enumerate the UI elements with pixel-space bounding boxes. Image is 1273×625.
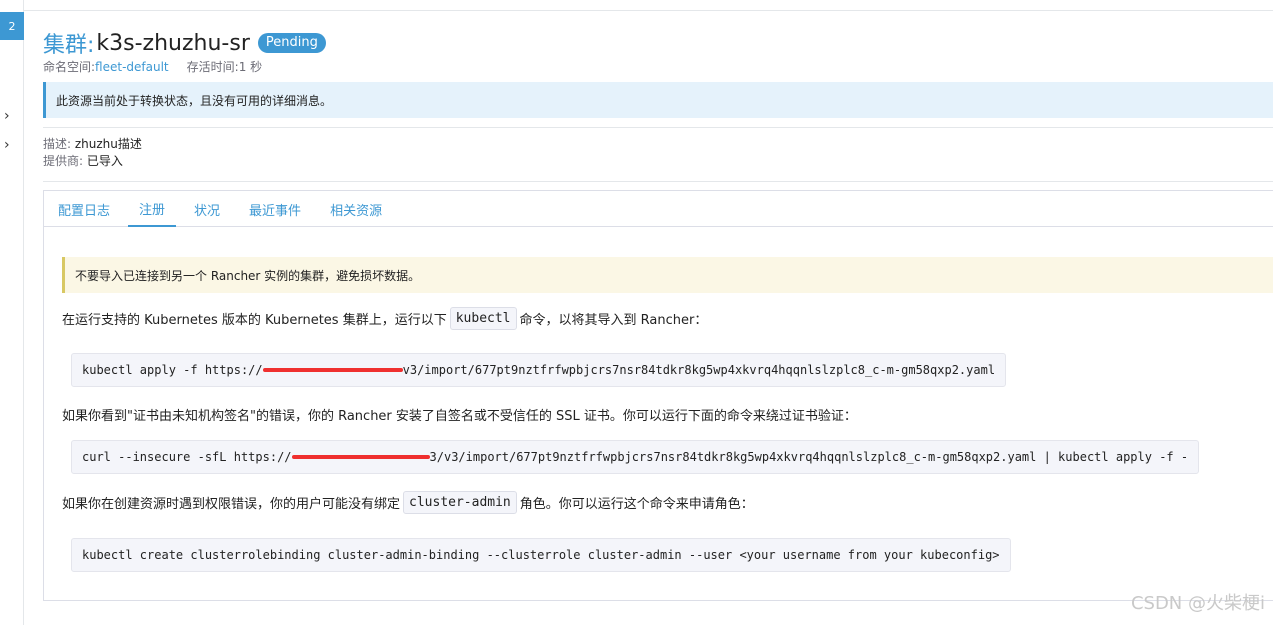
instruction-text: 角色。你可以运行这个命令来申请角色： (519, 497, 754, 512)
age-label: 存活时间: (186, 59, 239, 74)
warning-banner: 不要导入已连接到另一个 Rancher 实例的集群，避免损坏数据。 (62, 257, 1273, 293)
chevron-right-icon[interactable]: › (4, 138, 16, 152)
meta-row: 命名空间:fleet-default 存活时间:1 秒 (43, 58, 326, 74)
import-instruction: 在运行支持的 Kubernetes 版本的 Kubernetes 集群上，运行以… (62, 307, 707, 330)
tab-registration[interactable]: 注册 (128, 191, 177, 227)
page-header: 集群: k3s-zhuzhu-sr Pending 命名空间:fleet-def… (43, 28, 326, 74)
title-row: 集群: k3s-zhuzhu-sr Pending (43, 28, 326, 58)
description-row: 描述: zhuzhu描述 (43, 136, 142, 153)
command-text: 3/v3/import/677pt9nztfrfwpbjcrs7nsr84tdk… (429, 450, 1189, 464)
divider (43, 127, 1273, 128)
description-label: 描述: (43, 137, 72, 151)
clusterrolebinding-command[interactable]: kubectl create clusterrolebinding cluste… (71, 538, 1011, 572)
provider-label: 提供商: (43, 154, 84, 168)
import-command[interactable]: kubectl apply -f https:// v3/import/677pt… (71, 353, 1007, 387)
tabs-panel: 配置日志 注册 状况 最近事件 相关资源 不要导入已连接到另一个 Rancher… (43, 190, 1273, 601)
inline-code-cluster-admin: cluster-admin (403, 491, 517, 514)
chevron-right-icon[interactable]: › (4, 109, 16, 123)
divider (43, 181, 1273, 182)
insecure-import-command[interactable]: curl --insecure -sfL https:// 3/v3/import… (71, 440, 1200, 474)
watermark: CSDN @火柴梗i (1130, 593, 1265, 614)
tab-conditions[interactable]: 状况 (183, 191, 231, 227)
title-prefix-link[interactable]: 集群: (43, 27, 94, 59)
tab-related-resources[interactable]: 相关资源 (319, 191, 393, 227)
tab-bar: 配置日志 注册 状况 最近事件 相关资源 (44, 191, 1273, 227)
left-gutter: 2 › › (0, 0, 24, 625)
instruction-text: 在运行支持的 Kubernetes 版本的 Kubernetes 集群上，运行以… (62, 313, 447, 328)
inline-code-kubectl: kubectl (449, 307, 517, 330)
redaction-mark (291, 455, 430, 459)
namespace-meta: 命名空间:fleet-default (43, 58, 169, 75)
divider (24, 10, 1273, 11)
provider-row: 提供商: 已导入 (43, 153, 142, 170)
status-badge: Pending (257, 33, 326, 53)
permission-instruction: 如果你在创建资源时遇到权限错误，你的用户可能没有绑定 cluster-admin… (62, 491, 754, 514)
instruction-text: 命令，以将其导入到 Rancher： (519, 313, 708, 328)
age-value: 1 秒 (238, 59, 263, 74)
age-meta: 存活时间:1 秒 (187, 58, 263, 75)
insecure-instruction: 如果你看到"证书由未知机构签名"的错误，你的 Rancher 安装了自签名或不受… (62, 409, 857, 424)
gutter-badge[interactable]: 2 (0, 12, 24, 40)
page-title: k3s-zhuzhu-sr (96, 30, 250, 56)
tab-config-log[interactable]: 配置日志 (47, 191, 121, 227)
command-text: v3/import/677pt9nztfrfwpbjcrs7nsr84tdkr8… (402, 363, 996, 377)
namespace-link[interactable]: fleet-default (95, 60, 169, 74)
provider-value: 已导入 (86, 154, 123, 168)
redaction-mark (262, 368, 403, 372)
command-text: curl --insecure -sfL https:// (82, 450, 292, 464)
namespace-label: 命名空间: (43, 59, 96, 74)
command-text: kubectl apply -f https:// (82, 363, 263, 377)
description-value: zhuzhu描述 (74, 137, 142, 151)
instruction-text: 如果你在创建资源时遇到权限错误，你的用户可能没有绑定 (62, 497, 401, 512)
tab-recent-events[interactable]: 最近事件 (238, 191, 312, 227)
info-banner: 此资源当前处于转换状态，且没有可用的详细消息。 (43, 82, 1273, 118)
details: 描述: zhuzhu描述 提供商: 已导入 (43, 136, 142, 170)
